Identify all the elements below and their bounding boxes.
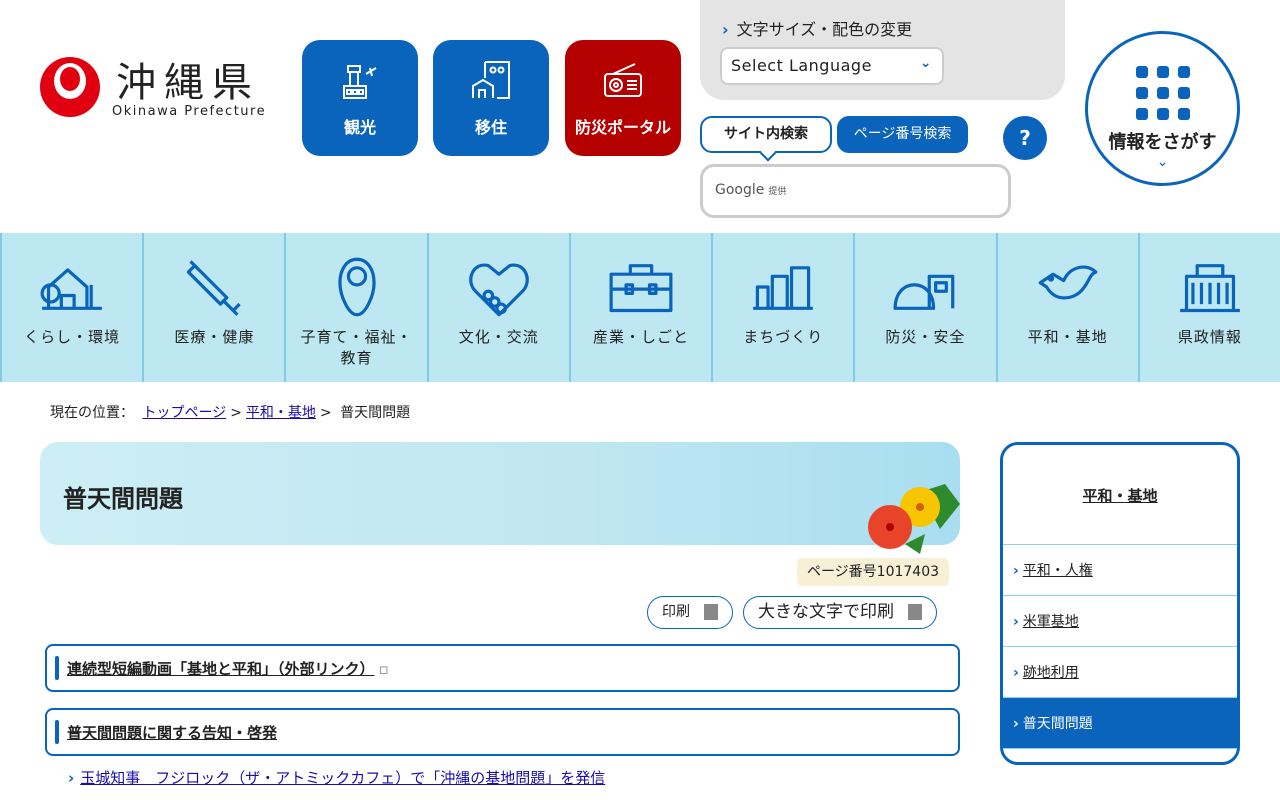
page-number-badge: ページ番号1017403 (797, 558, 949, 586)
breadcrumb: 現在の位置： トップページ > 平和・基地 > 普天間問題 (50, 402, 410, 422)
hibiscus-icon (868, 484, 960, 554)
relocation-label: 移住 (474, 118, 507, 137)
print-large-label: 大きな文字で印刷 (758, 602, 894, 622)
chevron-right-icon: › (1013, 614, 1019, 630)
nav-item-label: 県政情報 (1177, 328, 1242, 346)
nav-item-2[interactable]: 医療・健康 (142, 233, 284, 382)
chevron-right-icon: › (722, 20, 729, 39)
government-building-icon (1179, 264, 1240, 313)
disaster-portal-button[interactable]: 防災ポータル (565, 40, 681, 156)
handshake-icon (469, 263, 529, 317)
notice-link[interactable]: 普天間問題に関する告知・啓発 (67, 724, 277, 742)
page-title: 普天間問題 (63, 485, 183, 513)
video-link[interactable]: 連続型短編動画「基地と平和」（外部リンク） (67, 660, 375, 678)
breadcrumb-peace-base[interactable]: 平和・基地 (246, 405, 316, 421)
print-button[interactable]: 印刷 (647, 596, 733, 629)
nav-item-1[interactable]: くらし・環境 (0, 233, 142, 382)
sidebar-title[interactable]: 平和・基地 (1003, 445, 1237, 545)
chevron-right-icon: › (1013, 716, 1019, 732)
breadcrumb-prefix: 現在の位置： (50, 405, 134, 421)
printer-icon (704, 604, 718, 620)
sidebar: 平和・基地 › 平和・人権 › 米軍基地 › 跡地利用 › 普天間問題 (1000, 442, 1240, 765)
nav-item-label: 子育て・福祉・教育 (300, 328, 413, 367)
sidebar-item-label: 米軍基地 (1022, 614, 1079, 630)
grid-icon (1124, 66, 1202, 120)
article-link[interactable]: 玉城知事 フジロック（ザ・アトミックカフェ）で「沖縄の基地問題」を発信 (80, 769, 605, 787)
nav-item-8[interactable]: 平和・基地 (995, 233, 1138, 382)
building-house-icon (472, 61, 510, 99)
chevron-down-icon: ⌄ (1156, 154, 1169, 170)
language-select[interactable]: Select Language ⌄ (720, 47, 944, 85)
nav-item-7[interactable]: 防災・安全 (853, 233, 995, 382)
nav-item-label: 医療・健康 (174, 328, 255, 346)
nav-item-label: 平和・基地 (1027, 328, 1108, 346)
logo-mark[interactable] (40, 57, 100, 117)
breadcrumb-top[interactable]: トップページ (142, 405, 226, 421)
text-size-color-link[interactable]: › 文字サイズ・配色の変更 (722, 16, 912, 40)
nav-item-6[interactable]: まちづくり (711, 233, 853, 382)
tab-page-number-search[interactable]: ページ番号検索 (837, 116, 968, 153)
google-label: Google (715, 182, 765, 198)
sidebar-item-label: 普天間問題 (1022, 716, 1093, 732)
breadcrumb-sep: > (319, 405, 332, 421)
logo-title[interactable]: 沖縄県 (116, 50, 260, 108)
tourism-label: 観光 (343, 118, 376, 137)
nav-item-3[interactable]: 子育て・福祉・教育 (284, 233, 426, 382)
provider-suffix: 提供 (768, 187, 787, 197)
print-label: 印刷 (662, 604, 690, 620)
section-notice: 普天間問題に関する告知・啓発 (45, 708, 960, 756)
help-button[interactable]: ? (1003, 116, 1047, 160)
breadcrumb-current: 普天間問題 (340, 405, 411, 421)
baby-icon (337, 257, 376, 317)
logo-subtitle: Okinawa Prefecture (112, 104, 267, 119)
nav-item-label: 産業・しごと (592, 328, 689, 346)
chevron-down-icon: ⌄ (919, 55, 932, 71)
relocation-button[interactable]: 移住 (433, 40, 549, 156)
nav-item-9[interactable]: 県政情報 (1137, 233, 1280, 382)
nav-item-label: 文化・交流 (458, 328, 539, 346)
nav-item-4[interactable]: 文化・交流 (426, 233, 569, 382)
language-select-value: Select Language (731, 56, 872, 75)
sidebar-item-label: 跡地利用 (1022, 665, 1079, 681)
sidebar-item-futenma[interactable]: › 普天間問題 (1003, 698, 1237, 749)
buildings-icon (753, 266, 814, 310)
chevron-right-icon: › (1013, 665, 1019, 681)
breadcrumb-sep: > (230, 405, 242, 421)
nav-item-label: 防災・安全 (885, 328, 966, 346)
article-link-item: › 玉城知事 フジロック（ザ・アトミックカフェ）で「沖縄の基地問題」を発信 (68, 767, 605, 788)
nav-item-label: まちづくり (743, 328, 824, 346)
nav-item-label: くらし・環境 (24, 328, 121, 346)
sidebar-item-label: 平和・人権 (1022, 563, 1093, 579)
find-info-label: 情報をさがす (1108, 132, 1217, 153)
print-large-button[interactable]: 大きな文字で印刷 (743, 596, 937, 629)
nav-item-5[interactable]: 産業・しごと (568, 233, 711, 382)
chevron-right-icon: › (1013, 563, 1019, 579)
main-nav: くらし・環境 医療・健康 子育て・福祉・教育 文化・交流 産業・しごと まちづくり 防災・安… (0, 233, 1280, 382)
briefcase-icon (609, 264, 673, 313)
sidebar-item-land-reuse[interactable]: › 跡地利用 (1003, 647, 1237, 698)
search-input[interactable]: Google 提供 (700, 164, 1011, 218)
external-link-icon: ▫ (378, 660, 389, 678)
sidebar-item-peace-rights[interactable]: › 平和・人権 (1003, 545, 1237, 596)
sidebar-item-us-bases[interactable]: › 米軍基地 (1003, 596, 1237, 647)
tourism-button[interactable]: 観光 (302, 40, 418, 156)
section-video: 連続型短編動画「基地と平和」（外部リンク） ▫ (45, 644, 960, 692)
tab-site-search[interactable]: サイト内検索 (700, 116, 832, 153)
dove-icon (1038, 265, 1097, 300)
radio-icon (604, 63, 642, 97)
helmet-bag-icon (893, 274, 955, 310)
page-header: 普天間問題 (40, 442, 960, 554)
text-size-label: 文字サイズ・配色の変更 (736, 20, 913, 39)
house-icon (40, 268, 102, 310)
control-tower-icon (343, 65, 377, 99)
syringe-icon (187, 260, 242, 316)
chevron-right-icon: › (68, 769, 75, 787)
disaster-portal-label: 防災ポータル (574, 118, 671, 137)
printer-icon (908, 604, 922, 620)
find-info-button[interactable]: 情報をさがす ⌄ (1085, 31, 1240, 186)
